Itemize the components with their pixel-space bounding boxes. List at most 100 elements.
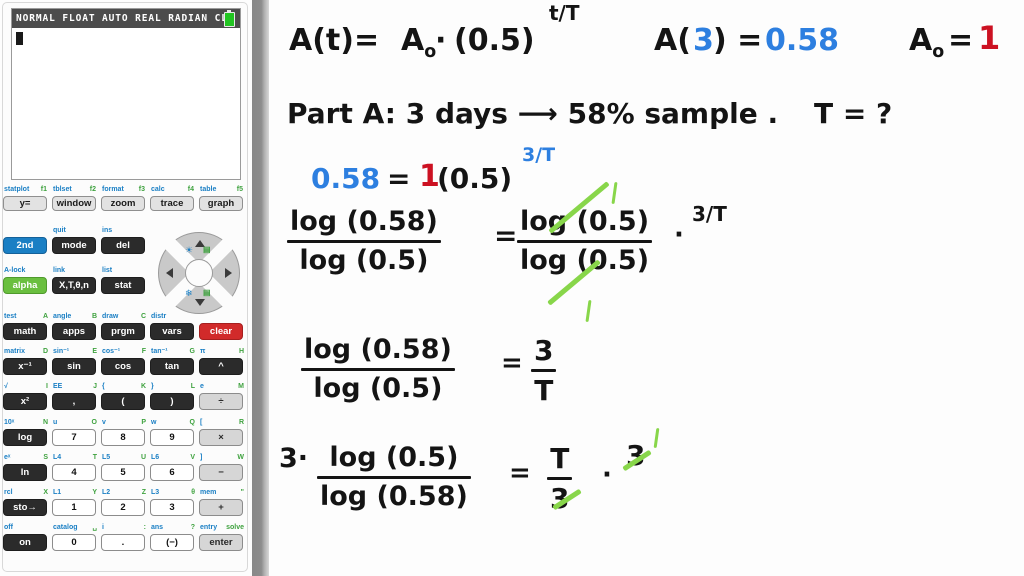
- key-vars[interactable]: vars: [150, 323, 194, 340]
- key-x[interactable]: x²: [3, 393, 47, 410]
- equation-line3-lhs: 0.58: [311, 162, 381, 195]
- key-second-label: off: [4, 524, 13, 531]
- key-second-label: u: [53, 419, 58, 426]
- key-apps[interactable]: apps: [52, 323, 96, 340]
- panel-divider: [252, 0, 269, 576]
- status-bar-text: NORMAL FLOAT AUTO REAL RADIAN CL: [16, 13, 228, 24]
- equation-line3-paren: (0.5): [437, 162, 513, 195]
- key-7[interactable]: 7: [52, 429, 96, 446]
- calculator-screen-workspace[interactable]: [12, 28, 240, 179]
- dpad-down-icon[interactable]: [195, 299, 205, 306]
- line4-left-numerator: log (0.58): [290, 206, 438, 237]
- key-0[interactable]: 0: [52, 534, 96, 551]
- key-sym[interactable]: ×: [199, 429, 243, 446]
- key-tan[interactable]: tan: [150, 358, 194, 375]
- key-alpha[interactable]: alpha: [3, 277, 47, 294]
- key-6[interactable]: 6: [150, 464, 194, 481]
- fkey-button-y[interactable]: y=: [3, 196, 47, 211]
- key-del[interactable]: del: [101, 237, 145, 254]
- key-cos[interactable]: cos: [101, 358, 145, 375]
- fkey-button-graph[interactable]: graph: [199, 196, 243, 211]
- equation-line1-amplitude: Ao: [401, 26, 436, 61]
- keypad-row-4: matrix Dx⁻¹ sin⁻¹ Esin cos⁻¹ Fcos tan⁻¹ Gtan π H ^: [3, 348, 249, 375]
- key-sym[interactable]: ^: [199, 358, 243, 375]
- key-stat[interactable]: stat: [101, 277, 145, 294]
- key-second-label: eˣ: [4, 454, 11, 461]
- key-alpha-label: W: [237, 454, 244, 461]
- keypad-row-6: 10ˣ Nlog u O 7 v P 8 w Q 9 [R ×: [3, 419, 249, 446]
- key-sym[interactable]: .: [101, 534, 145, 551]
- key-alpha-label: X: [43, 489, 48, 496]
- fkey-button-window[interactable]: window: [52, 196, 96, 211]
- keypad-cell: entry solve enter: [199, 524, 248, 551]
- line6-left-denominator: log (0.58): [320, 481, 468, 513]
- key-sym[interactable]: ÷: [199, 393, 243, 410]
- fkey-alpha-label-1: f1: [40, 186, 47, 193]
- key-sym[interactable]: +: [199, 499, 243, 516]
- key-alpha-label: B: [91, 313, 97, 320]
- dpad-left-icon[interactable]: [166, 268, 173, 278]
- key-on[interactable]: on: [3, 534, 47, 551]
- key-alpha-label: Z: [141, 489, 146, 496]
- keypad-cell: eˣ Sln: [3, 454, 52, 481]
- key-5[interactable]: 5: [101, 464, 145, 481]
- equation-line5-right-fraction: 3 T: [531, 335, 557, 408]
- key-log[interactable]: log: [3, 429, 47, 446]
- key-1[interactable]: 1: [52, 499, 96, 516]
- key-sto[interactable]: sto→: [3, 499, 47, 516]
- equation-line6-eq: =: [509, 458, 531, 488]
- directional-pad[interactable]: ☀ ❄ ▤ ▤: [158, 232, 240, 314]
- key-xtn[interactable]: X,T,θ,n: [52, 277, 96, 294]
- dpad-right-icon[interactable]: [225, 268, 232, 278]
- key-second-label: draw: [102, 313, 119, 320]
- keypad-cell: distr vars: [150, 313, 199, 340]
- key-3[interactable]: 3: [150, 499, 194, 516]
- fkey-button-trace[interactable]: trace: [150, 196, 194, 211]
- key-sym[interactable]: ,: [52, 393, 96, 410]
- key-second-label: tan⁻¹: [151, 348, 168, 355]
- brightness-down-icon: ❄: [185, 288, 193, 298]
- key-alpha-label: N: [42, 419, 48, 426]
- keypad-cell: draw Cprgm: [101, 313, 150, 340]
- fkey-second-label-2: tblset: [53, 186, 72, 193]
- key-4[interactable]: 4: [52, 464, 96, 481]
- keypad-cell: test Amath: [3, 313, 52, 340]
- key-alpha-label: solve: [226, 524, 244, 531]
- key-ln[interactable]: ln: [3, 464, 47, 481]
- key-2[interactable]: 2: [101, 499, 145, 516]
- key-prgm[interactable]: prgm: [101, 323, 145, 340]
- key-sym[interactable]: −: [199, 464, 243, 481]
- key-sin[interactable]: sin: [52, 358, 96, 375]
- equation-line5-eq: =: [501, 348, 523, 378]
- keypad-cell: EE J,: [52, 383, 101, 410]
- key-alpha-label: I: [46, 383, 48, 390]
- line5-right-denominator: T: [534, 374, 554, 408]
- line4-left-bar: [287, 240, 441, 244]
- key-enter[interactable]: enter: [199, 534, 243, 551]
- key-8[interactable]: 8: [101, 429, 145, 446]
- keypad-cell: 10ˣ Nlog: [3, 419, 52, 446]
- dpad-center: [185, 259, 213, 287]
- keypad-cell: i:.: [101, 524, 150, 551]
- part-a-statement: Part A: 3 days ⟶ 58% sample .: [287, 97, 779, 130]
- key-second-label: L5: [102, 454, 111, 461]
- key-second-label: w: [151, 419, 157, 426]
- key-sym[interactable]: ): [150, 393, 194, 410]
- key-9[interactable]: 9: [150, 429, 194, 446]
- key-2nd[interactable]: 2nd: [3, 237, 47, 254]
- key-second-label: mem: [200, 489, 217, 496]
- key-second-label: 10ˣ: [4, 419, 15, 426]
- equation-line4-eq: =: [494, 219, 518, 252]
- key-sym[interactable]: (: [101, 393, 145, 410]
- fkey-button-zoom[interactable]: zoom: [101, 196, 145, 211]
- equation-line4-exponent: 3/T: [692, 202, 727, 226]
- key-math[interactable]: math: [3, 323, 47, 340]
- keypad-cell: 2nd: [3, 237, 52, 254]
- key-x[interactable]: x⁻¹: [3, 358, 47, 375]
- key-second-label: i: [102, 524, 104, 531]
- key-mode[interactable]: mode: [52, 237, 96, 254]
- key-sym[interactable]: (−): [150, 534, 194, 551]
- key-clear[interactable]: clear: [199, 323, 243, 340]
- a0-subscript: o: [932, 42, 945, 62]
- keypad-cell: v P 8: [101, 419, 150, 446]
